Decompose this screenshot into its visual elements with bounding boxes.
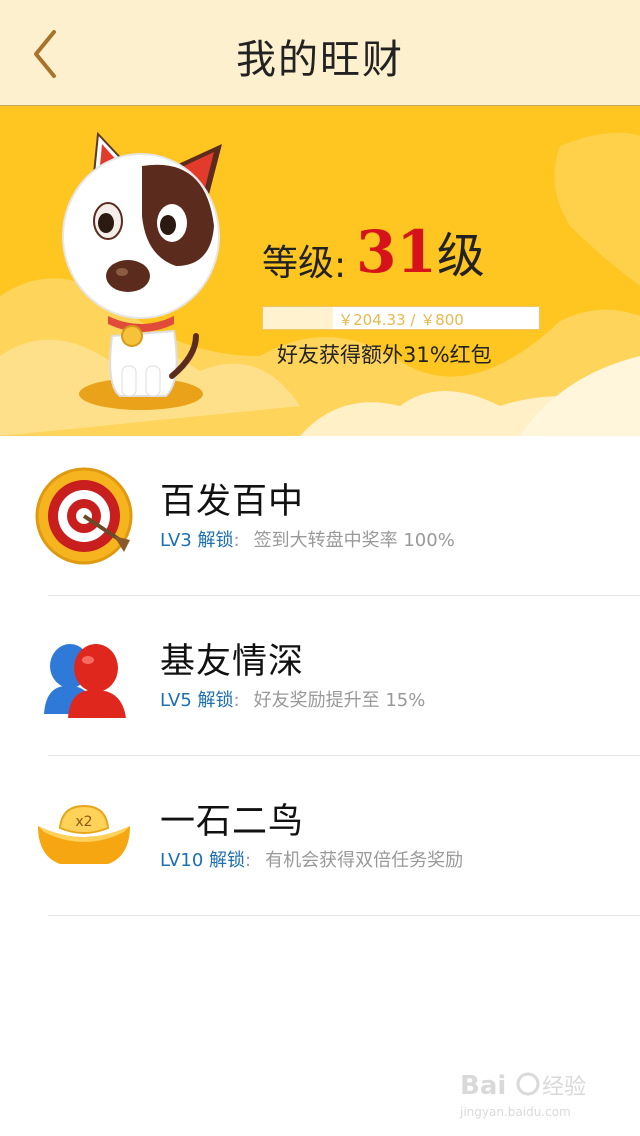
perk-description: 有机会获得双倍任务奖励 [265, 850, 464, 871]
perk-description: 签到大转盘中奖率 100% [253, 530, 455, 551]
perk-subtitle: LV10 解锁: 有机会获得双倍任务奖励 [160, 846, 463, 872]
level-suffix: 级 [436, 228, 485, 284]
progress-text: ￥204.33 / ￥800 [338, 311, 464, 329]
bonus-text: 好友获得额外31%红包 [277, 343, 492, 367]
page-title: 我的旺财 [236, 37, 404, 83]
perk-title: 百发百中 [160, 482, 305, 522]
perk-subtitle: LV3 解锁: 签到大转盘中奖率 100% [160, 526, 455, 552]
unlock-level: LV5 解锁 [160, 690, 234, 711]
dog-mascot-icon [62, 131, 222, 410]
perk-description: 好友奖励提升至 15% [253, 690, 426, 711]
friends-icon [44, 644, 126, 718]
list-item[interactable]: x2 一石二鸟 LV10 解锁: 有机会获得双倍任务奖励 [0, 756, 640, 916]
perk-colon: : [233, 530, 240, 551]
perk-list: 百发百中 LV3 解锁: 签到大转盘中奖率 100% 基友情深 LV5 解锁: 好友… [0, 436, 640, 916]
perk-title: 一石二鸟 [160, 802, 305, 842]
level-label: 等级 [262, 243, 335, 284]
target-icon [35, 467, 133, 565]
level-number: 31 [356, 218, 437, 286]
level-colon: : [334, 245, 347, 286]
perk-title: 基友情深 [160, 642, 305, 682]
unlock-level: LV3 解锁 [160, 530, 234, 551]
ingot-badge: x2 [75, 814, 92, 830]
list-item[interactable]: 基友情深 LV5 解锁: 好友奖励提升至 15% [0, 596, 640, 756]
perk-colon: : [245, 850, 252, 871]
unlock-level: LV10 解锁 [160, 850, 245, 871]
level-progress-bar: ￥204.33 / ￥800 [262, 306, 540, 330]
svg-text:Bai: Bai [460, 1071, 506, 1101]
list-item[interactable]: 百发百中 LV3 解锁: 签到大转盘中奖率 100% [0, 436, 640, 596]
watermark-url: jingyan.baidu.com [459, 1105, 571, 1119]
divider [48, 915, 640, 916]
baidu-watermark-icon: Bai 经验 jingyan.baidu.com [459, 1071, 586, 1119]
perk-subtitle: LV5 解锁: 好友奖励提升至 15% [160, 686, 425, 712]
header-bar: 我的旺财 [0, 0, 640, 106]
perk-colon: : [233, 690, 240, 711]
level-banner: 等级: 31级 ￥204.33 / ￥800 好友获得额外31%红包 [0, 106, 640, 436]
gold-ingot-icon: x2 [38, 804, 130, 864]
svg-text:经验: 经验 [542, 1075, 586, 1100]
level-display: 等级: 31级 [262, 216, 485, 286]
